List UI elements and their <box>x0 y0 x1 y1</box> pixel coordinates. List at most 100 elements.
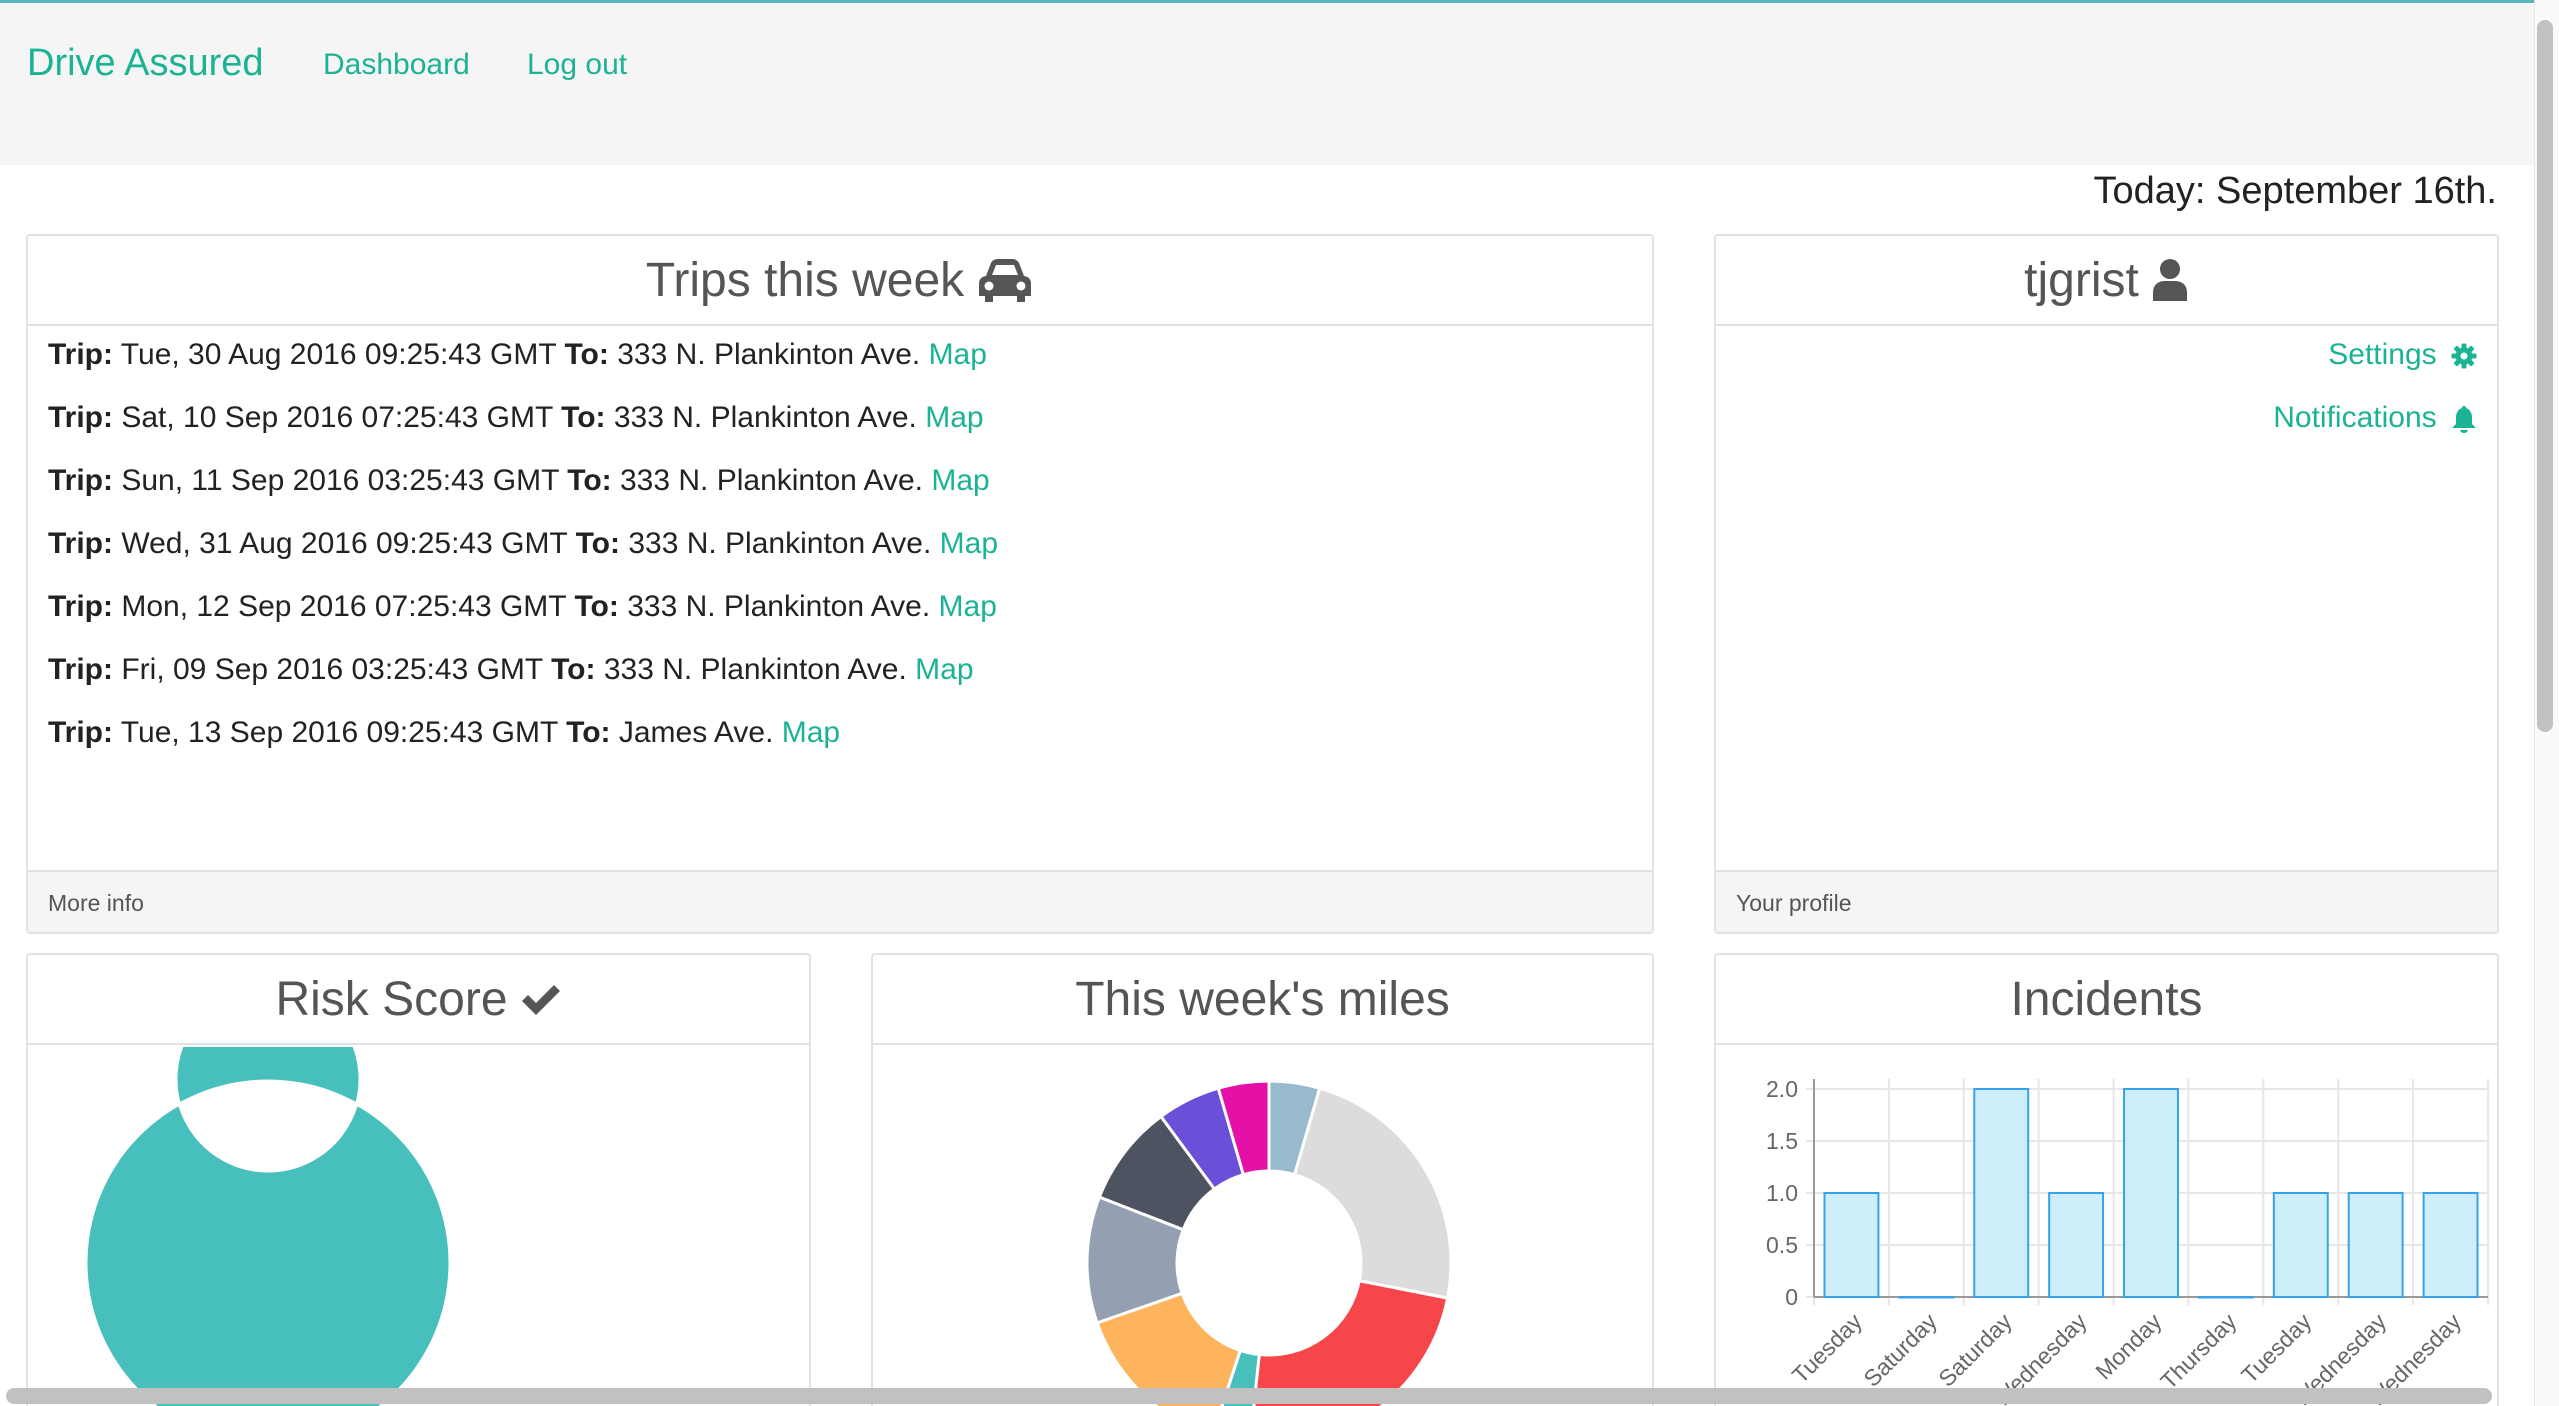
trip-to-label: To: <box>566 716 611 749</box>
incidents-panel: Incidents 0 0.5 1.0 1.5 2.0 Tuesday Saturday Sa… <box>1714 953 2499 1406</box>
trip-row: Trip: Tue, 30 Aug 2016 09:25:43 GMT To: … <box>48 338 1632 401</box>
notifications-link[interactable]: Notifications <box>2273 401 2477 464</box>
risk-score-chart <box>28 1047 809 1406</box>
profile-panel-footer[interactable]: Your profile <box>1716 870 2497 932</box>
doughnut-slice <box>84 1047 452 1406</box>
navbar: Drive Assured Dashboard Log out <box>0 0 2534 165</box>
weekly-miles-svg <box>1085 1079 1453 1406</box>
trip-row: Trip: Tue, 13 Sep 2016 09:25:43 GMT To: … <box>48 716 1632 779</box>
check-icon <box>521 985 560 1015</box>
trip-destination: James Ave. <box>618 716 774 749</box>
trips-panel-heading: Trips this week <box>28 236 1652 326</box>
trip-map-link[interactable]: Map <box>925 401 983 434</box>
settings-label: Settings <box>2328 338 2437 371</box>
y-tick-label: 2.0 <box>1766 1076 1798 1102</box>
trip-date: Wed, 31 Aug 2016 09:25:43 GMT <box>121 527 568 560</box>
risk-score-svg <box>84 1047 452 1406</box>
trip-map-link[interactable]: Map <box>939 590 997 623</box>
x-tick-label: Monday <box>2090 1308 2167 1385</box>
incident-bar <box>2272 1192 2329 1298</box>
trip-row: Trip: Fri, 09 Sep 2016 03:25:43 GMT To: … <box>48 653 1632 716</box>
y-tick-label: 1.0 <box>1766 1180 1798 1206</box>
trip-label: Trip: <box>48 653 113 686</box>
trip-label: Trip: <box>48 401 113 434</box>
trips-panel-footer[interactable]: More info <box>28 870 1652 932</box>
trip-date: Tue, 13 Sep 2016 09:25:43 GMT <box>120 716 558 749</box>
trip-label: Trip: <box>48 590 113 623</box>
notifications-label: Notifications <box>2273 401 2437 434</box>
risk-score-title: Risk Score <box>275 972 508 1026</box>
trip-map-link[interactable]: Map <box>782 716 840 749</box>
trip-destination: 333 N. Plankinton Ave. <box>617 338 921 371</box>
trip-map-link[interactable]: Map <box>915 653 973 686</box>
x-tick-label: Thursday <box>2155 1308 2242 1395</box>
profile-panel-heading: tjgrist <box>1716 236 2497 326</box>
gear-icon <box>2451 343 2477 369</box>
doughnut-slice <box>1292 1086 1453 1300</box>
profile-panel: tjgrist Settings Notifications Your prof… <box>1714 234 2499 934</box>
nav-logout-link[interactable]: Log out <box>527 48 627 82</box>
vertical-scrollbar[interactable] <box>2537 20 2553 732</box>
y-tick-label: 0.5 <box>1766 1232 1798 1258</box>
trip-destination: 333 N. Plankinton Ave. <box>628 527 932 560</box>
incident-bar <box>2048 1192 2105 1298</box>
trip-to-label: To: <box>567 464 612 497</box>
profile-links: Settings Notifications <box>2273 338 2477 464</box>
trips-panel-title: Trips this week <box>645 253 965 307</box>
trip-map-link[interactable]: Map <box>929 338 987 371</box>
trip-date: Sun, 11 Sep 2016 03:25:43 GMT <box>121 464 559 497</box>
nav-dashboard-link[interactable]: Dashboard <box>323 48 470 82</box>
horizontal-scrollbar[interactable] <box>6 1388 2492 1404</box>
trip-row: Trip: Sat, 10 Sep 2016 07:25:43 GMT To: … <box>48 401 1632 464</box>
page: Drive Assured Dashboard Log out Today: S… <box>0 0 2559 1406</box>
trip-date: Sat, 10 Sep 2016 07:25:43 GMT <box>121 401 553 434</box>
incidents-heading: Incidents <box>1716 955 2497 1045</box>
bell-icon <box>2452 406 2476 434</box>
incident-bar <box>1973 1088 2030 1298</box>
y-tick-label: 0 <box>1785 1284 1798 1310</box>
trip-to-label: To: <box>575 527 620 560</box>
trip-to-label: To: <box>551 653 596 686</box>
trip-label: Trip: <box>48 338 113 371</box>
trip-to-label: To: <box>564 338 609 371</box>
user-icon <box>2152 259 2187 301</box>
incident-bar <box>2347 1192 2404 1298</box>
y-tick-label: 1.5 <box>1766 1128 1798 1154</box>
trip-date: Fri, 09 Sep 2016 03:25:43 GMT <box>121 653 543 686</box>
trip-row: Trip: Mon, 12 Sep 2016 07:25:43 GMT To: … <box>48 590 1632 653</box>
trip-date: Tue, 30 Aug 2016 09:25:43 GMT <box>120 338 557 371</box>
incidents-svg: 00.51.01.52.0TuesdaySaturdaySaturdayWedn… <box>1766 1076 2489 1406</box>
trip-destination: 333 N. Plankinton Ave. <box>603 653 907 686</box>
incidents-chart: 0 0.5 1.0 1.5 2.0 Tuesday Saturday Saturday Wedn… <box>1716 1047 2497 1406</box>
weekly-miles-chart <box>873 1047 1652 1406</box>
trips-panel: Trips this week Trip: Tue, 30 Aug 2016 0… <box>26 234 1654 934</box>
incidents-title: Incidents <box>2010 972 2203 1026</box>
trip-to-label: To: <box>574 590 619 623</box>
trip-label: Trip: <box>48 527 113 560</box>
x-tick-label: Tuesday <box>1787 1308 1868 1389</box>
trip-date: Mon, 12 Sep 2016 07:25:43 GMT <box>121 590 567 623</box>
brand-link[interactable]: Drive Assured <box>27 42 264 85</box>
trip-to-label: To: <box>561 401 606 434</box>
weekly-miles-title: This week's miles <box>1075 972 1450 1026</box>
trip-destination: 333 N. Plankinton Ave. <box>627 590 931 623</box>
trip-list: Trip: Tue, 30 Aug 2016 09:25:43 GMT To: … <box>48 338 1632 779</box>
weekly-miles-heading: This week's miles <box>873 955 1652 1045</box>
settings-link[interactable]: Settings <box>2273 338 2477 401</box>
username: tjgrist <box>2024 253 2139 307</box>
x-tick-label: Saturday <box>1858 1308 1942 1392</box>
trip-map-link[interactable]: Map <box>940 527 998 560</box>
weekly-miles-panel: This week's miles <box>871 953 1654 1406</box>
incident-bar <box>1898 1296 1955 1299</box>
incident-bar <box>1823 1192 1880 1298</box>
trip-destination: 333 N. Plankinton Ave. <box>620 464 923 497</box>
risk-score-panel: Risk Score <box>26 953 811 1406</box>
incident-bar <box>2422 1192 2479 1298</box>
today-date: Today: September 16th. <box>2093 170 2497 212</box>
risk-score-heading: Risk Score <box>28 955 809 1045</box>
trip-map-link[interactable]: Map <box>931 464 989 497</box>
trip-row: Trip: Wed, 31 Aug 2016 09:25:43 GMT To: … <box>48 527 1632 590</box>
trip-label: Trip: <box>48 716 113 749</box>
incident-bar <box>2197 1296 2254 1299</box>
trip-destination: 333 N. Plankinton Ave. <box>613 401 917 434</box>
